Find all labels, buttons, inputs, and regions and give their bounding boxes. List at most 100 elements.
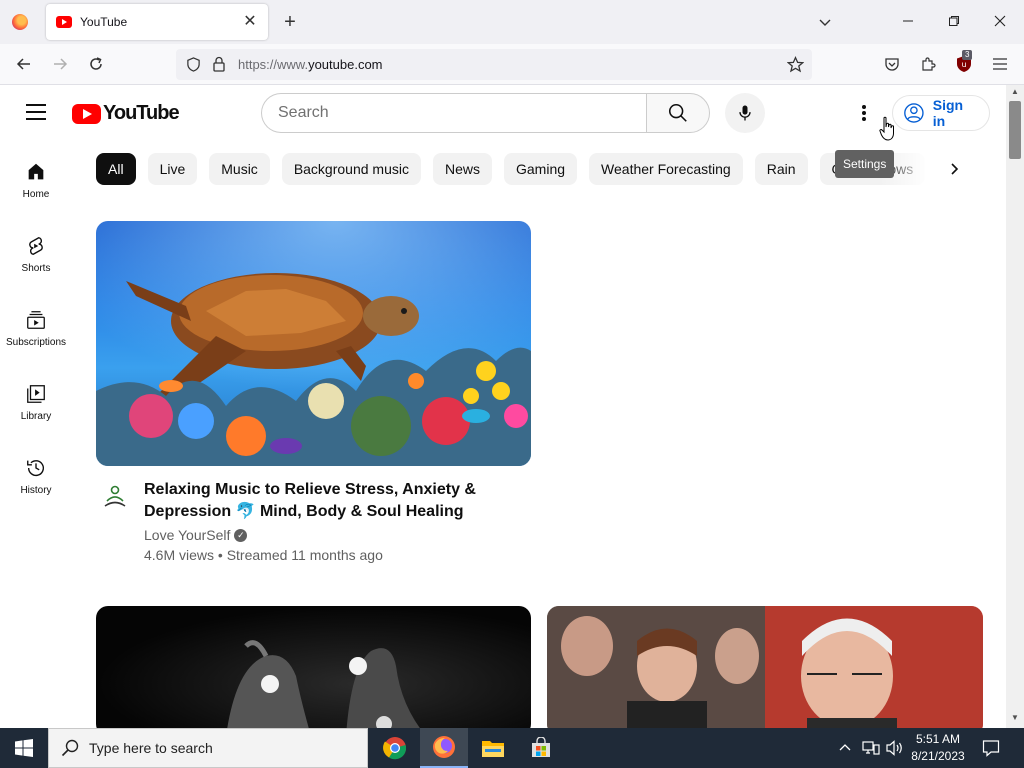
verified-check-icon: ✓ bbox=[234, 528, 248, 542]
firefox-icon bbox=[12, 14, 28, 30]
hand-cursor-icon bbox=[879, 116, 894, 141]
lock-icon[interactable] bbox=[212, 56, 226, 72]
search-button[interactable] bbox=[646, 93, 710, 133]
guide-menu-button[interactable] bbox=[26, 104, 46, 120]
firefox-view-button[interactable] bbox=[6, 10, 34, 34]
subscriptions-icon bbox=[27, 311, 45, 329]
chip-gaming[interactable]: Gaming bbox=[504, 153, 578, 185]
network-icon bbox=[862, 741, 880, 755]
store-bag-icon bbox=[532, 737, 550, 757]
browser-tab-bar: YouTube ✕ + bbox=[0, 0, 1024, 44]
video-channel-row: Love YourSelf ✓ bbox=[144, 527, 248, 543]
chrome-icon bbox=[383, 737, 407, 760]
settings-button[interactable] bbox=[852, 103, 876, 123]
close-window-button[interactable] bbox=[990, 12, 1010, 32]
clock-date: 8/21/2023 bbox=[911, 749, 965, 763]
taskbar-search-box[interactable]: Type here to search bbox=[48, 728, 368, 768]
ublock-extension-button[interactable]: u 3 bbox=[954, 50, 974, 74]
sign-in-button[interactable]: Sign in bbox=[892, 95, 990, 131]
sidebar-item-subscriptions[interactable]: Subscriptions bbox=[4, 289, 68, 363]
video-thumbnail[interactable] bbox=[547, 606, 983, 736]
restore-icon bbox=[949, 16, 959, 26]
bookmark-star-icon[interactable] bbox=[787, 56, 804, 73]
chip-music[interactable]: Music bbox=[209, 153, 270, 185]
video-meta: 4.6M views • Streamed 11 months ago bbox=[144, 547, 383, 563]
arrow-right-icon bbox=[54, 58, 68, 70]
chip-live[interactable]: Live bbox=[147, 153, 198, 185]
pocket-icon bbox=[885, 58, 899, 71]
scroll-thumb[interactable] bbox=[1009, 101, 1021, 159]
restore-button[interactable] bbox=[944, 12, 964, 32]
youtube-favicon-icon bbox=[56, 16, 72, 28]
search-icon bbox=[668, 103, 687, 122]
chip-weather-forecasting[interactable]: Weather Forecasting bbox=[589, 153, 743, 185]
back-button[interactable] bbox=[14, 54, 34, 74]
youtube-logo[interactable]: YouTube bbox=[72, 102, 180, 125]
list-all-tabs-button[interactable] bbox=[817, 14, 833, 30]
voice-search-button[interactable] bbox=[725, 93, 765, 133]
taskbar-app-microsoft-store[interactable] bbox=[517, 728, 565, 768]
shorts-icon bbox=[29, 237, 43, 255]
video-thumbnail[interactable] bbox=[96, 606, 531, 736]
scroll-up-arrow-icon[interactable]: ▲ bbox=[1006, 87, 1024, 99]
chip-background-music[interactable]: Background music bbox=[281, 153, 421, 185]
home-icon bbox=[28, 163, 44, 180]
video-title[interactable]: Relaxing Music to Relieve Stress, Anxiet… bbox=[144, 479, 524, 523]
app-menu-button[interactable] bbox=[990, 54, 1010, 74]
chips-next-button[interactable] bbox=[942, 157, 966, 181]
sidebar-item-home[interactable]: Home bbox=[4, 141, 68, 215]
youtube-logo-text: YouTube bbox=[103, 102, 180, 124]
search-input[interactable] bbox=[278, 104, 631, 122]
library-icon bbox=[27, 385, 45, 403]
speaker-icon bbox=[886, 740, 902, 756]
sidebar-item-history[interactable]: History bbox=[4, 437, 68, 511]
minimize-icon bbox=[903, 20, 913, 22]
account-icon bbox=[904, 103, 924, 123]
dark-puppets-thumbnail-art bbox=[226, 640, 426, 736]
taskbar-app-chrome[interactable] bbox=[371, 728, 419, 768]
start-button[interactable] bbox=[0, 728, 48, 768]
minimize-button[interactable] bbox=[898, 12, 918, 32]
kebab-dot bbox=[862, 105, 866, 109]
action-center-button[interactable] bbox=[982, 728, 1000, 768]
taskbar-app-firefox[interactable] bbox=[420, 728, 468, 768]
page-scrollbar[interactable]: ▲ ▼ bbox=[1006, 85, 1024, 728]
browser-tab-youtube[interactable]: YouTube ✕ bbox=[46, 4, 268, 40]
close-icon bbox=[994, 15, 1006, 27]
tab-title: YouTube bbox=[80, 15, 128, 29]
chip-news[interactable]: News bbox=[432, 153, 492, 185]
shield-icon[interactable] bbox=[186, 57, 201, 72]
sea-turtle-reef-thumbnail-art bbox=[96, 221, 531, 466]
sidebar-item-library[interactable]: Library bbox=[4, 363, 68, 437]
tray-show-hidden-icons[interactable] bbox=[838, 728, 852, 768]
sign-in-label: Sign in bbox=[932, 97, 964, 129]
sidebar-item-shorts[interactable]: Shorts bbox=[4, 215, 68, 289]
url-domain: youtube.com bbox=[308, 57, 383, 72]
chevron-down-icon bbox=[819, 19, 831, 26]
address-bar[interactable]: https://www.youtube.com bbox=[176, 49, 812, 80]
channel-name[interactable]: Love YourSelf bbox=[144, 527, 230, 543]
reload-button[interactable] bbox=[86, 54, 106, 74]
extension-badge: 3 bbox=[962, 50, 973, 60]
debate-speaker-thumbnail-art bbox=[547, 606, 983, 736]
close-tab-icon[interactable]: ✕ bbox=[242, 14, 258, 30]
chip-rain[interactable]: Rain bbox=[754, 153, 808, 185]
windows-logo-icon bbox=[15, 739, 33, 757]
kebab-dot bbox=[862, 117, 866, 121]
chevron-right-icon bbox=[951, 163, 959, 175]
search-icon bbox=[61, 739, 79, 757]
reload-icon bbox=[90, 57, 102, 70]
taskbar-app-file-explorer[interactable] bbox=[469, 728, 517, 768]
scroll-down-arrow-icon[interactable]: ▼ bbox=[1006, 713, 1024, 725]
video-thumbnail[interactable] bbox=[96, 221, 531, 466]
new-tab-button[interactable]: + bbox=[280, 12, 300, 32]
tray-network[interactable] bbox=[862, 728, 880, 768]
extensions-button[interactable] bbox=[918, 54, 938, 74]
chip-all[interactable]: All bbox=[96, 153, 136, 185]
pocket-button[interactable] bbox=[882, 54, 902, 74]
forward-button[interactable] bbox=[50, 54, 70, 74]
tray-volume[interactable] bbox=[886, 728, 904, 768]
channel-avatar[interactable] bbox=[98, 480, 132, 514]
taskbar-clock[interactable]: 5:51 AM 8/21/2023 bbox=[906, 731, 970, 765]
youtube-masthead: YouTube Sign in bbox=[0, 85, 1006, 141]
